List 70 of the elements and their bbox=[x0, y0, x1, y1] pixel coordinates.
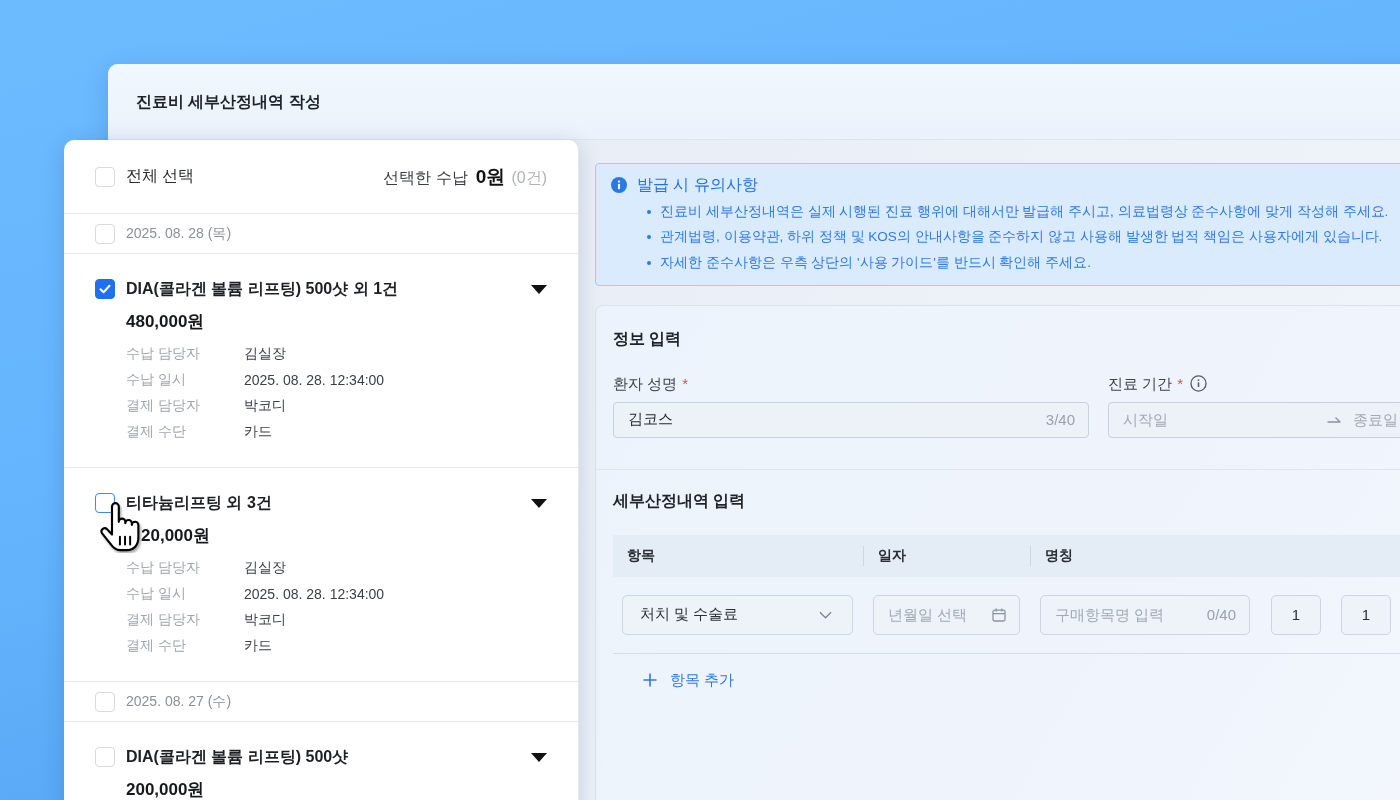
detail-value: 카드 bbox=[244, 637, 272, 655]
caret-down-icon[interactable] bbox=[531, 498, 547, 508]
column-header: 일자 bbox=[878, 546, 906, 565]
caret-down-icon[interactable] bbox=[531, 752, 547, 762]
detail-label: 수납 일시 bbox=[126, 585, 186, 603]
field-label: 환자 성명 bbox=[613, 373, 678, 394]
bullet-icon bbox=[647, 235, 651, 240]
field-label: 진료 기간 bbox=[1108, 373, 1173, 394]
number-input[interactable]: 1 bbox=[1341, 594, 1391, 635]
detail-value: 김실장 bbox=[244, 559, 286, 577]
date-range-field[interactable]: 시작일 종료일 bbox=[1108, 401, 1400, 438]
caret-down-icon[interactable] bbox=[531, 284, 547, 294]
detail-label: 수납 담당자 bbox=[126, 559, 200, 577]
payment-title: DIA(콜라겐 볼륨 리프팅) 500샷 bbox=[126, 746, 350, 767]
detail-label: 수납 담당자 bbox=[126, 345, 200, 363]
calendar-icon[interactable] bbox=[992, 607, 1006, 622]
item-name-input[interactable]: 구매항목명 입력 bbox=[1055, 603, 1199, 626]
payment-title: 티타늄리프팅 외 3건 bbox=[126, 492, 273, 513]
notice-text: 자세한 준수사항은 우측 상단의 '사용 가이드'를 반드시 확인해 주세요. bbox=[660, 253, 1091, 272]
section-title: 세부산정내역 입력 bbox=[613, 490, 747, 511]
check-icon bbox=[99, 284, 111, 294]
info-icon[interactable] bbox=[1190, 375, 1207, 392]
column-header: 명칭 bbox=[1045, 546, 1073, 565]
payment-title: DIA(콜라겐 볼륨 리프팅) 500샷 외 1건 bbox=[126, 278, 400, 299]
info-icon bbox=[611, 177, 627, 193]
detail-value: 2025. 08. 28. 12:34:00 bbox=[244, 372, 385, 388]
detail-label: 수납 일시 bbox=[126, 371, 186, 389]
patient-name-input[interactable]: 김코스 bbox=[628, 408, 1038, 431]
category-select[interactable]: 처치 및 수술료 bbox=[622, 594, 853, 635]
checkbox[interactable] bbox=[95, 279, 115, 299]
payment-amount: 200,000원 bbox=[126, 779, 206, 800]
char-counter: 0/40 bbox=[1206, 606, 1236, 623]
date-label: 2025. 08. 28 (목) bbox=[126, 224, 232, 243]
notice-text: 관계법령, 이용약관, 하위 정책 및 KOS의 안내사항을 준수하지 않고 사용해 발생한 법적 책임은 사용자에게 있습니다. bbox=[660, 228, 1383, 247]
end-date-input[interactable]: 종료일 bbox=[1353, 408, 1399, 431]
select-all-label[interactable]: 전체 선택 bbox=[126, 166, 195, 187]
notice-text: 진료비 세부산정내역은 실제 시행된 진료 행위에 대해서만 발급해 주시고, 의료법령상 준수사항에 맞게 작성해 주세요. bbox=[660, 202, 1389, 221]
detail-value: 카드 bbox=[244, 423, 272, 441]
detail-value: 김실장 bbox=[244, 345, 286, 363]
column-header: 항목 bbox=[627, 546, 655, 565]
date-input[interactable]: 년월일 선택 bbox=[888, 603, 992, 626]
date-label: 2025. 08. 27 (수) bbox=[126, 692, 232, 711]
plus-icon bbox=[643, 673, 657, 687]
notice-title: 발급 시 유의사항 bbox=[637, 175, 758, 195]
detail-value: 2025. 08. 28. 12:34:00 bbox=[244, 586, 385, 602]
payment-amount: 20,000원 bbox=[141, 525, 211, 547]
window-title: 진료비 세부산정내역 작성 bbox=[136, 91, 321, 112]
start-date-input[interactable]: 시작일 bbox=[1123, 408, 1317, 431]
detail-label: 결제 담당자 bbox=[126, 611, 200, 629]
patient-name-field[interactable]: 김코스 3/40 bbox=[613, 401, 1089, 438]
number-input[interactable]: 1 bbox=[1271, 594, 1321, 635]
detail-value: 박코디 bbox=[244, 611, 286, 629]
detail-value: 박코디 bbox=[244, 397, 286, 415]
detail-label: 결제 담당자 bbox=[126, 397, 200, 415]
bullet-icon bbox=[647, 260, 651, 265]
required-mark: * bbox=[1177, 373, 1183, 394]
section-title: 정보 입력 bbox=[613, 328, 683, 349]
detail-label: 결제 수단 bbox=[126, 637, 186, 655]
detail-label: 결제 수단 bbox=[126, 423, 186, 441]
summary-amount: 0원 bbox=[475, 164, 506, 189]
arrow-right-icon bbox=[1327, 415, 1341, 424]
add-item-button[interactable]: 항목 추가 bbox=[635, 666, 743, 694]
summary-label: 선택한 수납 bbox=[383, 167, 468, 188]
char-counter: 3/40 bbox=[1045, 411, 1075, 428]
payment-amount: 480,000원 bbox=[126, 311, 206, 333]
summary-count: (0건) bbox=[511, 167, 547, 188]
date-field[interactable]: 년월일 선택 bbox=[873, 594, 1020, 635]
chevron-down-icon bbox=[819, 610, 832, 619]
required-mark: * bbox=[682, 373, 688, 394]
bullet-icon bbox=[647, 209, 651, 214]
